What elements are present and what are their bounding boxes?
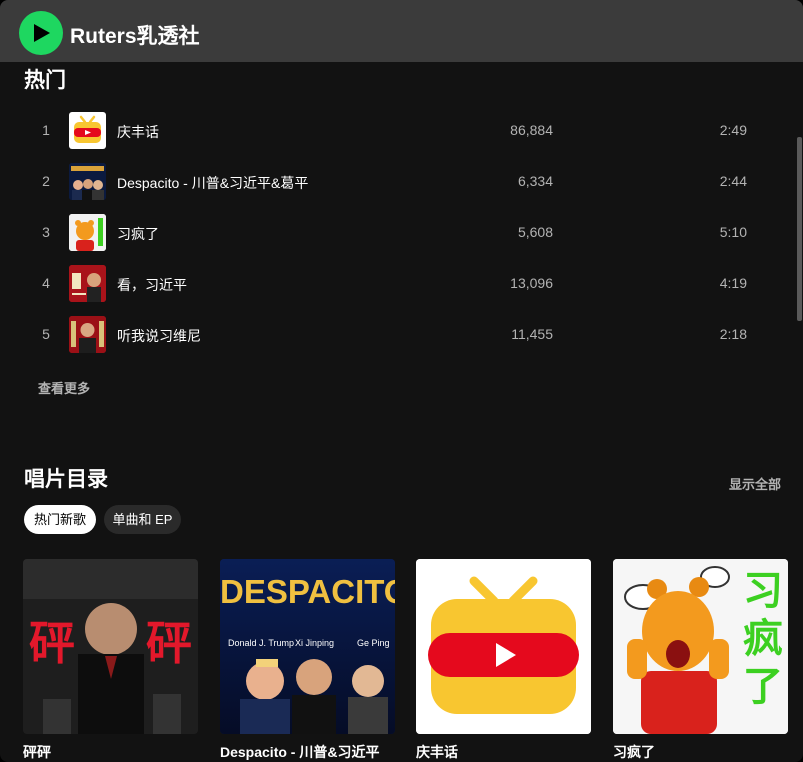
- album-card[interactable]: DESPACITO Donald J. Trump Xi Jinping Ge …: [220, 559, 395, 762]
- album-card[interactable]: 庆丰话: [416, 559, 591, 762]
- see-more-button[interactable]: 查看更多: [38, 378, 90, 397]
- album-title[interactable]: 砰砰: [23, 742, 198, 762]
- track-title[interactable]: 习疯了: [117, 224, 159, 244]
- track-row[interactable]: 1 庆丰话 86,884 2:49: [25, 109, 775, 153]
- track-number: 1: [42, 122, 50, 138]
- bear-cover: 习疯了: [613, 559, 788, 734]
- play-button[interactable]: [19, 11, 63, 55]
- scrollbar[interactable]: [797, 137, 802, 321]
- track-plays: 86,884: [510, 122, 553, 138]
- track-plays: 13,096: [510, 275, 553, 291]
- track-title[interactable]: Despacito - 川普&习近平&葛平: [117, 173, 308, 193]
- cover-caption: Ge Ping: [357, 638, 390, 648]
- chip-singles-eps[interactable]: 单曲和 EP: [104, 505, 181, 534]
- track-number: 3: [42, 224, 50, 240]
- cover-caption: Donald J. Trump: [228, 638, 295, 648]
- track-row[interactable]: 5 听我说习维尼 11,455 2:18: [25, 313, 775, 357]
- track-plays: 5,608: [517, 224, 553, 240]
- track-duration: 2:44: [719, 173, 747, 189]
- album-title[interactable]: 庆丰话: [416, 742, 591, 762]
- track-title[interactable]: 看，习近平: [117, 275, 187, 295]
- play-icon: [34, 24, 50, 42]
- artist-page: Ruters乳透社 热门 1 庆丰话 86,884 2:49 2 Despaci…: [0, 0, 803, 762]
- track-title[interactable]: 听我说习维尼: [117, 326, 201, 346]
- track-row[interactable]: 2 Despacito - 川普&习近平&葛平 6,334 2:44: [25, 160, 775, 204]
- discography-title: 唱片目录: [24, 468, 108, 491]
- track-duration: 2:18: [719, 326, 747, 342]
- album-title[interactable]: 习疯了: [613, 742, 788, 762]
- track-plays: 11,455: [511, 326, 553, 342]
- red-portrait-cover: [69, 316, 106, 353]
- cover-caption: Xi Jinping: [295, 638, 335, 648]
- cover-title-text: 习疯了: [743, 569, 783, 709]
- track-row[interactable]: 3 习疯了 5,608 5:10: [25, 211, 775, 255]
- album-title[interactable]: Despacito - 川普&习近平: [220, 742, 395, 762]
- track-plays: 6,334: [517, 173, 553, 189]
- cover-text-left: 砰: [29, 617, 75, 669]
- track-title[interactable]: 庆丰话: [117, 122, 159, 142]
- despacito-cover: [69, 163, 106, 200]
- show-all-link[interactable]: 显示全部: [729, 474, 781, 493]
- album-card[interactable]: 砰 砰 砰砰: [23, 559, 198, 762]
- cover-text-right: 砰: [146, 617, 192, 669]
- popular-title: 热门: [24, 69, 66, 92]
- track-duration: 2:49: [719, 122, 747, 138]
- track-number: 4: [42, 275, 50, 291]
- album-card[interactable]: 习疯了 习疯了: [613, 559, 788, 762]
- track-duration: 4:19: [719, 275, 747, 291]
- track-number: 5: [42, 326, 50, 342]
- artist-name: Ruters乳透社: [70, 25, 200, 48]
- track-duration: 5:10: [719, 224, 747, 240]
- tv-play-icon: [416, 559, 591, 734]
- red-poster-cover: [69, 265, 106, 302]
- bear-cover: [69, 214, 106, 251]
- track-row[interactable]: 4 看，习近平 13,096 4:19: [25, 262, 775, 306]
- cover-title-text: DESPACITO: [220, 573, 395, 610]
- tv-play-icon: [69, 112, 106, 149]
- track-number: 2: [42, 173, 50, 189]
- bangbang-cover: 砰 砰: [23, 559, 198, 734]
- sticky-header: Ruters乳透社: [0, 0, 803, 62]
- chip-popular-releases[interactable]: 热门新歌: [24, 505, 96, 534]
- despacito-cover: DESPACITO Donald J. Trump Xi Jinping Ge …: [220, 559, 395, 734]
